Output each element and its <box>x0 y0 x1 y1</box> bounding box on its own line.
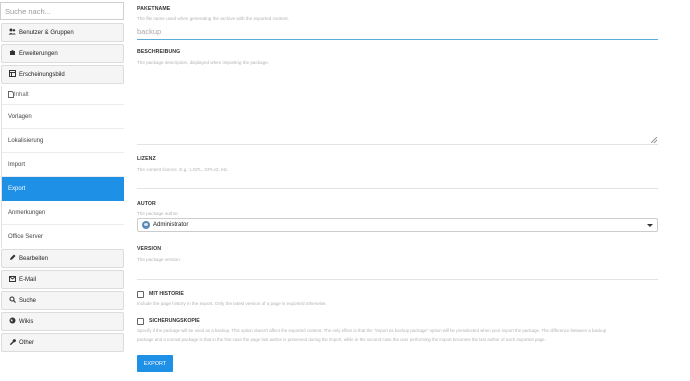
author-value: Administrator <box>153 222 189 228</box>
sidebar-item-import[interactable]: Import <box>2 153 124 177</box>
puzzle-icon <box>8 49 16 58</box>
pencil-icon <box>8 254 16 263</box>
export-button[interactable]: EXPORT <box>137 355 173 372</box>
package-name-label: PAKETNAME <box>137 6 171 12</box>
sidebar-item-label: Office Server <box>8 234 43 240</box>
sidebar-section-label: Benutzer & Gruppen <box>19 29 74 36</box>
version-hint: The package version. <box>137 257 181 262</box>
sidebar-section-editing[interactable]: Bearbeiten <box>1 249 124 268</box>
with-history-label: MIT HISTORIE <box>149 291 184 297</box>
envelope-icon <box>8 275 16 284</box>
author-select[interactable]: Administrator <box>137 218 658 232</box>
sidebar-item-label: Export <box>8 186 26 192</box>
package-name-input[interactable]: backup <box>137 25 658 40</box>
sidebar-section-label: Inhalt <box>14 92 29 98</box>
globe-icon <box>8 317 16 326</box>
sidebar-section-content[interactable]: Inhalt <box>2 86 124 105</box>
description-textarea[interactable] <box>137 67 658 145</box>
sidebar-section-users-groups[interactable]: Benutzer & Gruppen <box>1 23 124 42</box>
wrench-icon <box>8 338 16 347</box>
layout-icon <box>8 70 16 79</box>
backup-hint-line1: Specify if the package will be used as a… <box>137 328 607 333</box>
backup-checkbox[interactable] <box>137 318 144 325</box>
description-hint: The package description, displayed when … <box>137 60 270 65</box>
search-icon <box>8 296 16 305</box>
license-input[interactable] <box>137 188 658 189</box>
sidebar-section-label: Suche <box>19 297 37 304</box>
sidebar-item-office-server[interactable]: Office Server <box>2 225 124 249</box>
sidebar-item-label: Lokalisierung <box>8 137 44 144</box>
resize-handle[interactable] <box>651 137 657 143</box>
search-input[interactable]: Suche nach... <box>0 2 124 20</box>
sidebar-section-label: E-Mail <box>19 276 37 283</box>
sidebar-section-extensions[interactable]: Erweiterungen <box>1 44 124 63</box>
backup-label: SICHERUNGSKOPIE <box>149 318 200 324</box>
sidebar-item-label: Import <box>8 161 26 168</box>
package-name-hint: The file name used when generating the a… <box>137 16 289 21</box>
sidebar-item-label: Anmerkungen <box>8 209 46 216</box>
sidebar-item-export[interactable]: Export <box>2 177 124 201</box>
license-label: LIZENZ <box>137 156 156 162</box>
sidebar-item-annotations[interactable]: Anmerkungen <box>2 201 124 225</box>
chevron-down-icon <box>647 224 653 227</box>
avatar <box>142 221 150 229</box>
description-label: BESCHREIBUNG <box>137 49 181 55</box>
version-label: VERSION <box>137 246 162 252</box>
license-hint: The content licence. E.g.: LGPL, GPLv3, … <box>137 167 229 172</box>
sidebar-item-templates[interactable]: Vorlagen <box>2 105 124 129</box>
author-hint: The package author. <box>137 211 179 216</box>
sidebar-item-label: Vorlagen <box>8 113 32 120</box>
users-icon <box>8 28 16 37</box>
sidebar-section-email[interactable]: E-Mail <box>1 270 124 289</box>
version-input[interactable] <box>137 279 658 280</box>
sidebar-section-label: Wikis <box>19 318 34 325</box>
with-history-checkbox[interactable] <box>137 291 144 298</box>
with-history-hint: Include the page history in the export. … <box>137 301 327 306</box>
sidebar-section-other[interactable]: Other <box>1 333 124 352</box>
sidebar-section-label: Other <box>19 339 35 346</box>
sidebar-section-label: Erweiterungen <box>19 50 58 57</box>
sidebar-section-label: Erscheinungsbild <box>19 71 65 78</box>
author-label: AUTOR <box>137 201 156 207</box>
sidebar-section-label: Bearbeiten <box>19 255 49 262</box>
sidebar-item-localization[interactable]: Lokalisierung <box>2 129 124 153</box>
sidebar-section-search[interactable]: Suche <box>1 291 124 310</box>
backup-hint-line2: package and a normal package is that in … <box>137 337 546 342</box>
sidebar-section-wikis[interactable]: Wikis <box>1 312 124 331</box>
sidebar-section-appearance[interactable]: Erscheinungsbild <box>1 65 124 84</box>
